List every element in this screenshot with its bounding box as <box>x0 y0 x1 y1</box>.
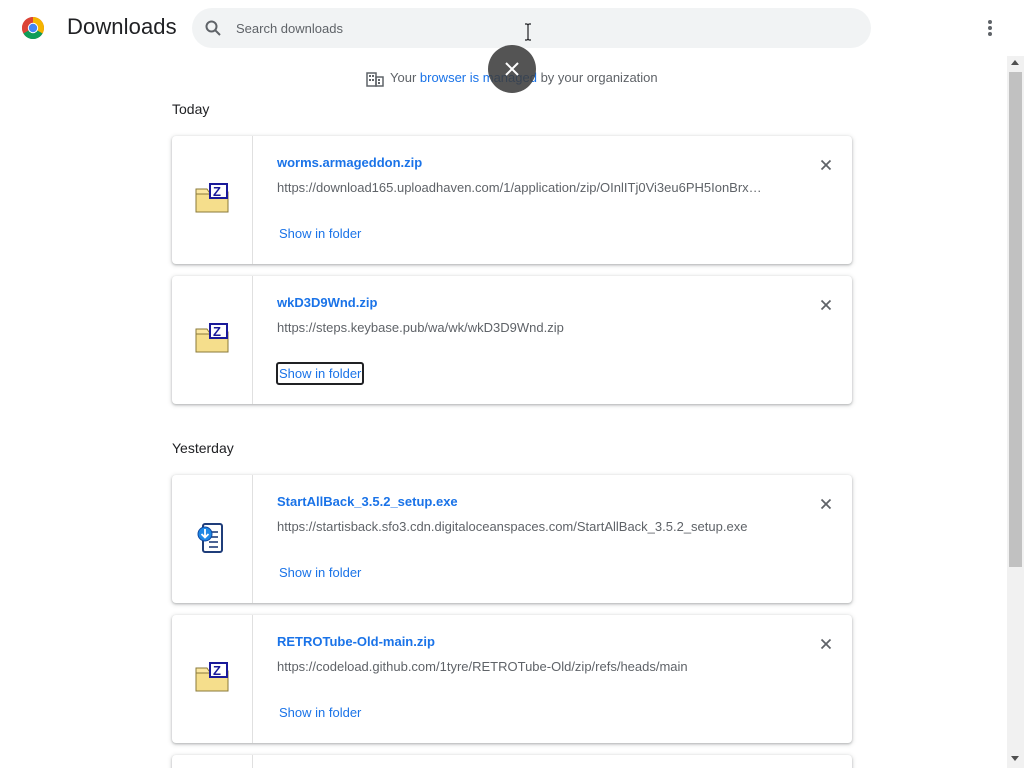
kebab-menu-icon <box>988 20 992 24</box>
close-icon <box>505 62 519 76</box>
section-label-today: Today <box>172 101 210 117</box>
download-item: Z RETROTube-Old-main.zip https://codeloa… <box>172 615 852 743</box>
more-actions-button[interactable] <box>980 16 1000 40</box>
zip-file-icon: Z <box>195 662 229 692</box>
svg-text:Z: Z <box>213 663 221 678</box>
scroll-thumb[interactable] <box>1009 72 1022 567</box>
file-name-link[interactable]: worms.armageddon.zip <box>277 155 422 170</box>
download-item: StartAllBack_3.5.2_setup.exe https://sta… <box>172 475 852 603</box>
file-url: https://download165.uploadhaven.com/1/ap… <box>277 180 762 195</box>
file-name-link[interactable]: StartAllBack_3.5.2_setup.exe <box>277 494 458 509</box>
close-icon[interactable] <box>816 494 836 514</box>
text-cursor-icon <box>525 23 531 41</box>
zip-file-icon: Z <box>195 183 229 213</box>
file-name-link[interactable]: wkD3D9Wnd.zip <box>277 295 377 310</box>
chrome-logo-icon <box>22 17 44 39</box>
show-in-folder-button[interactable]: Show in folder <box>276 701 364 724</box>
overlay-close-button[interactable] <box>488 45 536 93</box>
download-item: Z worms.armageddon.zip https://download1… <box>172 136 852 264</box>
show-in-folder-button[interactable]: Show in folder <box>276 561 364 584</box>
kebab-menu-dot <box>988 32 992 36</box>
file-url: https://steps.keybase.pub/wa/wk/wkD3D9Wn… <box>277 320 564 335</box>
file-icon-column: Z <box>172 615 253 743</box>
file-name-link[interactable]: RETROTube-Old-main.zip <box>277 634 435 649</box>
zip-file-icon: Z <box>195 323 229 353</box>
svg-text:Z: Z <box>213 184 221 199</box>
file-url: https://startisback.sfo3.cdn.digitalocea… <box>277 519 748 534</box>
scroll-up-arrow-icon[interactable] <box>1011 60 1019 65</box>
scrollbar[interactable] <box>1007 56 1024 768</box>
file-icon-column <box>172 475 253 603</box>
downloads-list: Your browser is managed by your organiza… <box>0 56 1007 768</box>
file-icon-column: Z <box>172 136 253 264</box>
show-in-folder-button[interactable]: Show in folder <box>276 362 365 385</box>
download-item-partial <box>172 755 852 768</box>
close-icon[interactable] <box>816 295 836 315</box>
show-in-folder-button[interactable]: Show in folder <box>276 222 364 245</box>
file-icon-column <box>172 755 253 768</box>
building-icon <box>366 71 384 87</box>
installer-icon <box>197 523 223 553</box>
kebab-menu-dot <box>988 26 992 30</box>
file-icon-column: Z <box>172 276 253 404</box>
page-title: Downloads <box>67 14 177 39</box>
svg-text:Z: Z <box>213 324 221 339</box>
scroll-down-arrow-icon[interactable] <box>1011 756 1019 761</box>
close-icon[interactable] <box>816 634 836 654</box>
download-item: Z wkD3D9Wnd.zip https://steps.keybase.pu… <box>172 276 852 404</box>
section-label-yesterday: Yesterday <box>172 440 234 456</box>
file-url: https://codeload.github.com/1tyre/RETROT… <box>277 659 688 674</box>
close-icon[interactable] <box>816 155 836 175</box>
search-icon <box>205 20 221 36</box>
managed-prefix: Your <box>390 70 420 85</box>
search-input[interactable] <box>236 8 836 48</box>
managed-suffix: by your organization <box>536 70 658 85</box>
